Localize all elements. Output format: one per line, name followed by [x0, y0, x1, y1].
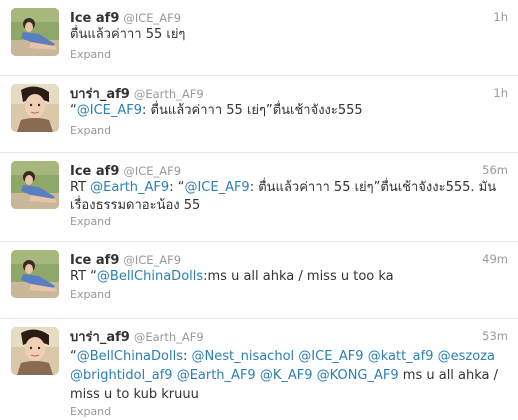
author-name[interactable]: บาร่า_af9: [70, 87, 130, 102]
tweet-text-fragment: RT “: [70, 269, 97, 284]
expand-link[interactable]: Expand: [70, 215, 111, 228]
timestamp[interactable]: 56m: [482, 161, 508, 179]
tweet-header: Ice af9 @ICE_AF9 56m: [70, 161, 508, 179]
avatar[interactable]: [11, 84, 59, 132]
author-handle[interactable]: @Earth_AF9: [134, 87, 204, 101]
tweet-text-fragment: :ms u all ahka / miss u too ka: [203, 269, 394, 284]
mention-link[interactable]: @KONG_AF9: [317, 368, 399, 383]
mention-link[interactable]: @BellChinaDolls: [77, 349, 183, 364]
author-name[interactable]: บาร่า_af9: [70, 330, 130, 345]
avatar[interactable]: [11, 161, 59, 209]
avatar[interactable]: [11, 250, 59, 298]
author-handle[interactable]: @Earth_AF9: [134, 330, 204, 344]
tweet-text-fragment: RT: [70, 180, 91, 195]
tweet-text-fragment: ตื่นแล้วค่าาา 55 เย่ๆ: [70, 27, 186, 42]
tweet-text: RT “@BellChinaDolls:ms u all ahka / miss…: [70, 268, 508, 286]
tweet-item[interactable]: Ice af9 @ICE_AF9 49m RT “@BellChinaDolls:…: [0, 242, 518, 319]
tweet-text: “@BellChinaDolls: @Nest_nisachol @ICE_AF…: [70, 347, 508, 404]
ice-avatar-image: [11, 8, 59, 56]
tweet-item[interactable]: บาร่า_af9 @Earth_AF9 53m “@BellChinaDolls…: [0, 319, 518, 420]
avatar[interactable]: [11, 327, 59, 375]
tweet-header: บาร่า_af9 @Earth_AF9 1h: [70, 84, 508, 102]
timestamp[interactable]: 49m: [482, 250, 508, 268]
author-name[interactable]: Ice af9: [70, 164, 119, 179]
tweet-text-fragment: :: [182, 349, 192, 364]
tweet-item[interactable]: บาร่า_af9 @Earth_AF9 1h “@ICE_AF9: ตื่นแล…: [0, 76, 518, 153]
author-handle[interactable]: @ICE_AF9: [123, 11, 181, 25]
ice-avatar-image: [11, 161, 59, 209]
tweet-text-fragment: : ตื่นแล้วค่าาา 55 เย่ๆ”ตื่นเช้าจังงะ555: [142, 103, 363, 118]
expand-link[interactable]: Expand: [70, 124, 111, 137]
timestamp[interactable]: 1h: [493, 84, 508, 102]
expand-link[interactable]: Expand: [70, 48, 111, 61]
tweet-item[interactable]: Ice af9 @ICE_AF9 56m RT @Earth_AF9: “@ICE…: [0, 153, 518, 242]
expand-link[interactable]: Expand: [70, 405, 111, 418]
author-handle[interactable]: @ICE_AF9: [123, 253, 181, 267]
author-handle[interactable]: @ICE_AF9: [123, 164, 181, 178]
tweet-header: Ice af9 @ICE_AF9 49m: [70, 250, 508, 268]
tweet-feed: Ice af9 @ICE_AF9 1h ตื่นแล้วค่าาา 55 เย่ๆ…: [0, 0, 518, 420]
timestamp[interactable]: 1h: [493, 8, 508, 26]
tweet-text-fragment: : “: [169, 180, 185, 195]
tweet-header: Ice af9 @ICE_AF9 1h: [70, 8, 508, 26]
mention-link[interactable]: @Nest_nisachol: [192, 349, 295, 364]
tweet-text: “@ICE_AF9: ตื่นแล้วค่าาา 55 เย่ๆ”ตื่นเช้…: [70, 102, 508, 120]
tweet-header: บาร่า_af9 @Earth_AF9 53m: [70, 327, 508, 345]
mention-link[interactable]: @ICE_AF9: [184, 180, 249, 195]
earth-avatar-image: [11, 327, 59, 375]
tweet-item[interactable]: Ice af9 @ICE_AF9 1h ตื่นแล้วค่าาา 55 เย่ๆ…: [0, 0, 518, 76]
mention-link[interactable]: @BellChinaDolls: [97, 269, 203, 284]
mention-link[interactable]: @ICE_AF9: [298, 349, 363, 364]
avatar[interactable]: [11, 8, 59, 56]
earth-avatar-image: [11, 84, 59, 132]
mention-link[interactable]: @katt_af9: [368, 349, 434, 364]
mention-link[interactable]: @K_AF9: [260, 368, 313, 383]
mention-link[interactable]: @brightidol_af9: [70, 368, 173, 383]
ice-avatar-image: [11, 250, 59, 298]
mention-link[interactable]: @eszoza: [438, 349, 495, 364]
tweet-text-fragment: “: [70, 349, 77, 364]
timestamp[interactable]: 53m: [482, 327, 508, 345]
author-name[interactable]: Ice af9: [70, 253, 119, 268]
mention-link[interactable]: @Earth_AF9: [177, 368, 256, 383]
expand-link[interactable]: Expand: [70, 288, 111, 301]
tweet-text: ตื่นแล้วค่าาา 55 เย่ๆ: [70, 26, 508, 44]
mention-link[interactable]: @ICE_AF9: [77, 103, 142, 118]
mention-link[interactable]: @Earth_AF9: [90, 180, 169, 195]
tweet-text-fragment: “: [70, 103, 77, 118]
author-name[interactable]: Ice af9: [70, 11, 119, 26]
tweet-text: RT @Earth_AF9: “@ICE_AF9: ตื่นแล้วค่าาา …: [70, 179, 508, 215]
